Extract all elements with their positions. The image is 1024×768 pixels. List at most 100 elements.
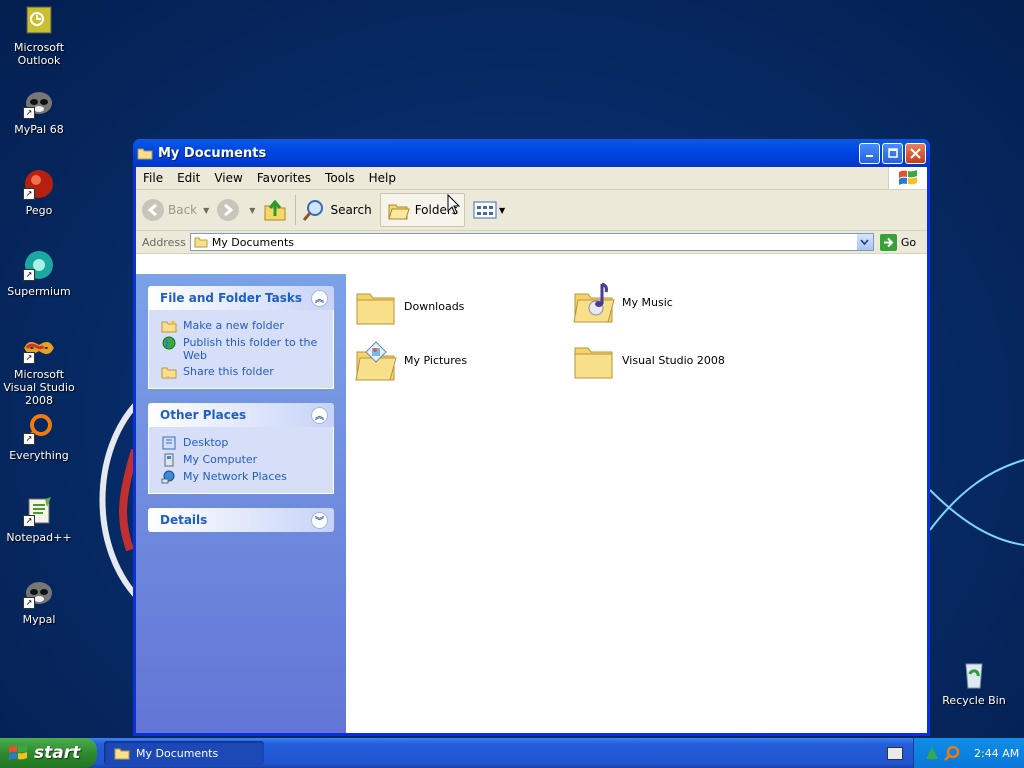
desktop-icon-label: Microsoft Visual Studio 2008: [3, 368, 75, 407]
desktop-icon-pego[interactable]: ↗ Pego: [0, 168, 78, 217]
windows-logo-icon: [888, 167, 927, 189]
start-button[interactable]: start: [0, 738, 97, 768]
desktop-icon-supermium[interactable]: ↗ Supermium: [0, 249, 78, 298]
back-label: Back: [168, 203, 198, 217]
windows-logo-icon: [9, 745, 27, 760]
details-header[interactable]: Details ︾: [148, 508, 334, 532]
toolbar-separator: [295, 195, 297, 225]
folder-icon: [356, 293, 395, 325]
folder-downloads[interactable]: Downloads: [354, 284, 464, 328]
folder-my-music[interactable]: My Music: [572, 280, 673, 324]
menu-favorites[interactable]: Favorites: [250, 171, 318, 185]
desktop-icon-mypal68[interactable]: ↗ MyPal 68: [0, 87, 78, 136]
network-tray-icon[interactable]: [924, 745, 940, 761]
search-tray-icon[interactable]: [944, 745, 960, 761]
file-label: My Music: [622, 295, 673, 309]
views-icon: [473, 201, 497, 219]
pictures-folder-icon: [355, 341, 397, 381]
panel-title: Details: [160, 513, 208, 527]
taskbar: start My Documents 2:44 AM: [0, 738, 1024, 768]
desktop-icon-recycle-bin[interactable]: Recycle Bin: [935, 658, 1013, 707]
file-list: Downloads My Music My Pictures Visual St…: [346, 274, 927, 733]
panel-body: Desktop My Computer My Network Places: [148, 427, 334, 494]
title-bar[interactable]: My Documents: [133, 139, 930, 167]
desktop-icon-visual-studio[interactable]: ↗ Microsoft Visual Studio 2008: [0, 332, 78, 407]
other-places-header[interactable]: Other Places ︽: [148, 403, 334, 427]
menu-bar: File Edit View Favorites Tools Help: [136, 167, 927, 190]
my-network-places-link[interactable]: My Network Places: [161, 470, 333, 484]
folder-icon: [114, 748, 130, 760]
link-text: Make a new folder: [183, 319, 284, 332]
file-tasks-panel: File and Folder Tasks ︽ Make a new folde…: [148, 286, 334, 389]
shortcut-arrow-icon: ↗: [23, 269, 35, 281]
desktop-icon-label: Microsoft Outlook: [13, 41, 65, 67]
collapse-icon[interactable]: ︽: [311, 407, 328, 424]
address-label: Address: [142, 235, 186, 249]
close-button[interactable]: [905, 142, 926, 164]
menu-tools[interactable]: Tools: [318, 171, 362, 185]
go-button[interactable]: Go: [879, 233, 916, 251]
desktop-icon-notepadpp[interactable]: ↗ Notepad++: [0, 495, 78, 544]
menu-edit[interactable]: Edit: [170, 171, 207, 185]
expand-icon[interactable]: ︾: [311, 512, 328, 529]
collapse-icon[interactable]: ︽: [311, 290, 328, 307]
forward-button[interactable]: ▼: [217, 199, 255, 221]
views-button[interactable]: ▼: [473, 201, 505, 219]
minimize-button[interactable]: [859, 142, 880, 164]
publish-folder-link[interactable]: Publish this folder to the Web: [161, 336, 333, 362]
back-arrow-icon: [142, 199, 164, 221]
up-folder-button[interactable]: [263, 198, 287, 222]
panel-title: File and Folder Tasks: [160, 291, 303, 305]
menu-help[interactable]: Help: [362, 171, 403, 185]
desktop-icon-label: Mypal: [22, 613, 56, 626]
menu-view[interactable]: View: [207, 171, 249, 185]
shortcut-arrow-icon: ↗: [23, 433, 35, 445]
shortcut-arrow-icon: ↗: [23, 352, 35, 364]
desktop-icon-label: Everything: [9, 449, 69, 462]
task-pane: File and Folder Tasks ︽ Make a new folde…: [136, 274, 346, 733]
link-text: My Network Places: [183, 470, 287, 483]
maximize-button[interactable]: [882, 142, 903, 164]
desktop-icon-label: Pego: [25, 204, 53, 217]
start-label: start: [34, 743, 81, 763]
forward-arrow-icon: [217, 199, 240, 221]
file-label: Visual Studio 2008: [622, 353, 725, 367]
search-button[interactable]: Search: [302, 198, 372, 222]
new-folder-icon: [161, 321, 177, 333]
my-computer-link[interactable]: My Computer: [161, 453, 333, 467]
keyboard-icon[interactable]: [887, 747, 903, 760]
desktop-icon: [162, 436, 176, 450]
address-value: My Documents: [211, 235, 295, 249]
computer-icon: [164, 453, 174, 467]
chevron-down-icon: ▼: [203, 205, 210, 215]
address-input[interactable]: My Documents: [189, 233, 874, 251]
maximize-icon: [887, 148, 898, 158]
desktop-icon-everything[interactable]: ↗ Everything: [0, 413, 78, 462]
desktop-icon-mypal[interactable]: ↗ Mypal: [0, 577, 78, 626]
make-new-folder-link[interactable]: Make a new folder: [161, 319, 333, 333]
desktop-link[interactable]: Desktop: [161, 436, 333, 450]
share-folder-link[interactable]: Share this folder: [161, 365, 333, 379]
clock[interactable]: 2:44 AM: [974, 747, 1019, 760]
menu-file[interactable]: File: [136, 171, 170, 185]
folder-visual-studio-2008[interactable]: Visual Studio 2008: [572, 338, 725, 382]
file-label: My Pictures: [404, 353, 468, 367]
folder-my-pictures[interactable]: My Pictures: [354, 338, 467, 382]
chevron-down-icon: [860, 239, 869, 245]
music-folder-icon: [573, 282, 615, 323]
globe-icon: [162, 336, 176, 350]
address-dropdown-button[interactable]: [856, 234, 873, 250]
back-button[interactable]: Back ▼: [142, 199, 209, 221]
desktop-icon-outlook[interactable]: Microsoft Outlook: [0, 5, 78, 67]
toolbar: Back ▼ ▼ Search Folders ▼: [136, 190, 927, 231]
file-tasks-header[interactable]: File and Folder Tasks ︽: [148, 286, 334, 310]
minimize-icon: [865, 155, 873, 157]
link-text: Desktop: [183, 436, 229, 449]
address-bar: Address My Documents Go: [136, 231, 927, 254]
recycle-bin-icon: [965, 663, 983, 689]
taskbar-item-my-documents[interactable]: My Documents: [104, 741, 264, 765]
explorer-window[interactable]: My Documents File Edit View Favorites To…: [133, 139, 930, 736]
folder-icon: [194, 237, 208, 248]
desktop-icon-label: Notepad++: [6, 531, 72, 544]
window-client: File Edit View Favorites Tools Help Back…: [136, 167, 927, 733]
